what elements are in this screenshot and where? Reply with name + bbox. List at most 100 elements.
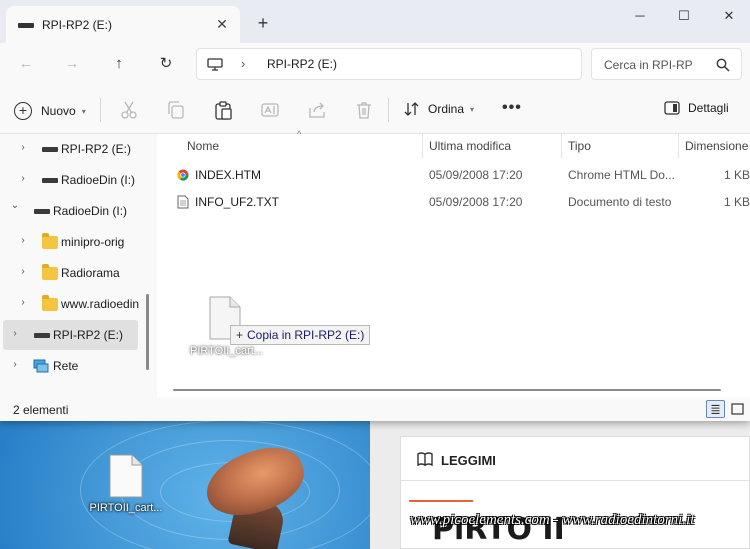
drive-icon [34,209,50,214]
file-row[interactable]: INDEX.HTM 05/09/2008 17:20 Chrome HTML D… [169,162,750,188]
toolbar-divider [100,98,101,122]
column-header-size[interactable]: Dimensione [685,134,748,160]
sidebar-item-minipro-orig[interactable]: › minipro-orig [0,227,138,257]
file-size: 1 KB [723,195,750,209]
sort-button[interactable]: Ordina ▾ [404,101,474,117]
up-button[interactable]: ↑ [107,53,131,75]
sidebar-item-www-radioedin[interactable]: › www.radioedin [0,289,139,319]
chevron-right-icon[interactable]: › [9,359,21,370]
computer-icon [207,58,223,71]
folder-icon [42,295,58,311]
chevron-right-icon[interactable]: › [17,142,29,153]
sidebar-item-rpi-rp2-selected[interactable]: › RPI-RP2 (E:) [3,320,138,350]
share-icon[interactable] [307,100,327,120]
readme-tab[interactable]: LEGGIMI [401,437,750,481]
sort-ascending-icon: ^ [297,129,302,139]
back-button[interactable]: ← [14,53,38,75]
search-placeholder: Cerca in RPI-RP [604,58,693,72]
copy-icon[interactable] [166,100,186,120]
file-list: ^ Nome Ultima modifica Tipo Dimensione I… [157,129,750,397]
title-bar: RPI-RP2 (E:) ✕ + ─ ☐ ✕ [0,0,750,43]
sidebar-item-radioedin-expanded[interactable]: ⌄ RadioeDin (I:) [0,196,138,226]
column-header-name[interactable]: Nome [187,134,219,160]
file-modified: 05/09/2008 17:20 [429,168,523,182]
details-pane-icon [664,101,680,115]
sidebar-item-rpi-rp2[interactable]: › RPI-RP2 (E:) [0,134,138,164]
column-header-type[interactable]: Tipo [568,134,591,160]
horizontal-scrollbar[interactable] [173,389,721,391]
column-header-modified[interactable]: Ultima modifica [429,134,511,160]
file-type: Documento di testo [568,195,672,209]
details-label: Dettagli [688,101,729,115]
chrome-html-icon [177,169,189,181]
chevron-right-icon[interactable]: › [17,235,29,246]
refresh-button[interactable]: ↻ [154,53,178,75]
details-view-icon[interactable] [706,400,725,418]
status-bar: 2 elementi [0,397,750,421]
chevron-down-icon[interactable]: ⌄ [9,200,21,211]
tab-title: RPI-RP2 (E:) [42,18,113,32]
sidebar-item-label: Rete [53,359,79,373]
breadcrumb-separator[interactable]: › [241,56,245,71]
sidebar-item-radioedin[interactable]: › RadioeDin (I:) [0,165,138,195]
desktop-file-icon[interactable] [108,454,144,498]
sidebar-item-label: minipro-orig [61,235,125,249]
column-divider[interactable] [422,134,423,158]
new-tab-button[interactable]: + [254,14,272,32]
desktop-file-label[interactable]: PIRTOII_cart... [84,502,168,514]
chevron-down-icon: ▾ [470,104,475,114]
details-pane-button[interactable]: Dettagli [664,101,729,115]
column-divider[interactable] [561,134,562,158]
sidebar-item-label: RPI-RP2 (E:) [61,142,132,156]
file-row[interactable]: INFO_UF2.TXT 05/09/2008 17:20 Documento … [169,189,750,215]
toolbar-divider [388,98,389,122]
folder-icon [42,264,58,280]
sort-icon [404,102,419,116]
file-type: Chrome HTML Do... [568,168,675,182]
chevron-right-icon[interactable]: › [17,297,29,308]
cut-icon[interactable] [119,100,139,120]
sidebar-item-label: RPI-RP2 (E:) [53,328,124,342]
sidebar-item-label: RadioeDin (I:) [53,204,128,218]
tab-rpi-rp2[interactable]: RPI-RP2 (E:) ✕ [6,6,240,43]
tab-underline [409,500,473,502]
tab-close-button[interactable]: ✕ [214,16,230,32]
rename-icon[interactable] [260,100,280,120]
tiles-view-icon[interactable] [728,400,747,418]
search-input[interactable]: Cerca in RPI-RP [591,48,742,80]
command-bar: + Nuovo ▾ Ordina ▾ ••• Dettagli [0,86,750,134]
drive-icon [18,23,34,28]
sort-label: Ordina [428,102,465,116]
minimize-button[interactable]: ─ [625,6,655,26]
column-divider[interactable] [678,134,679,158]
drop-tooltip: + Copia in RPI-RP2 (E:) [230,325,371,345]
more-options-button[interactable]: ••• [502,99,522,117]
folder-icon [42,233,58,249]
sidebar-item-radiorama[interactable]: › Radiorama [0,258,138,288]
item-count: 2 elementi [13,403,69,417]
file-size: 1 KB [723,168,750,182]
plus-icon: + [14,102,32,120]
close-window-button[interactable]: ✕ [714,6,744,26]
drop-tooltip-text: Copia in RPI-RP2 (E:) [247,328,365,342]
file-name: INFO_UF2.TXT [195,195,280,209]
address-bar[interactable]: › RPI-RP2 (E:) [196,48,582,80]
maximize-button[interactable]: ☐ [669,6,699,26]
sidebar-scrollbar[interactable] [146,294,149,370]
breadcrumb-rpi-rp2[interactable]: RPI-RP2 (E:) [267,57,337,71]
delete-icon[interactable] [354,100,374,120]
chevron-right-icon[interactable]: › [17,266,29,277]
chevron-right-icon[interactable]: › [9,328,21,339]
new-button[interactable]: + Nuovo ▾ [14,100,86,122]
forward-button[interactable]: → [60,53,84,75]
readme-tab-label: LEGGIMI [441,453,496,468]
paste-icon[interactable] [213,100,233,120]
file-name: INDEX.HTM [195,168,261,182]
watermark: www.picoelements.com - www.radioedintorn… [410,512,695,528]
chevron-right-icon[interactable]: › [17,173,29,184]
plus-icon: + [236,328,244,342]
drive-icon [42,147,58,152]
search-icon [716,58,730,72]
sidebar-item-network[interactable]: › Rete [0,351,138,381]
network-icon [33,359,49,373]
